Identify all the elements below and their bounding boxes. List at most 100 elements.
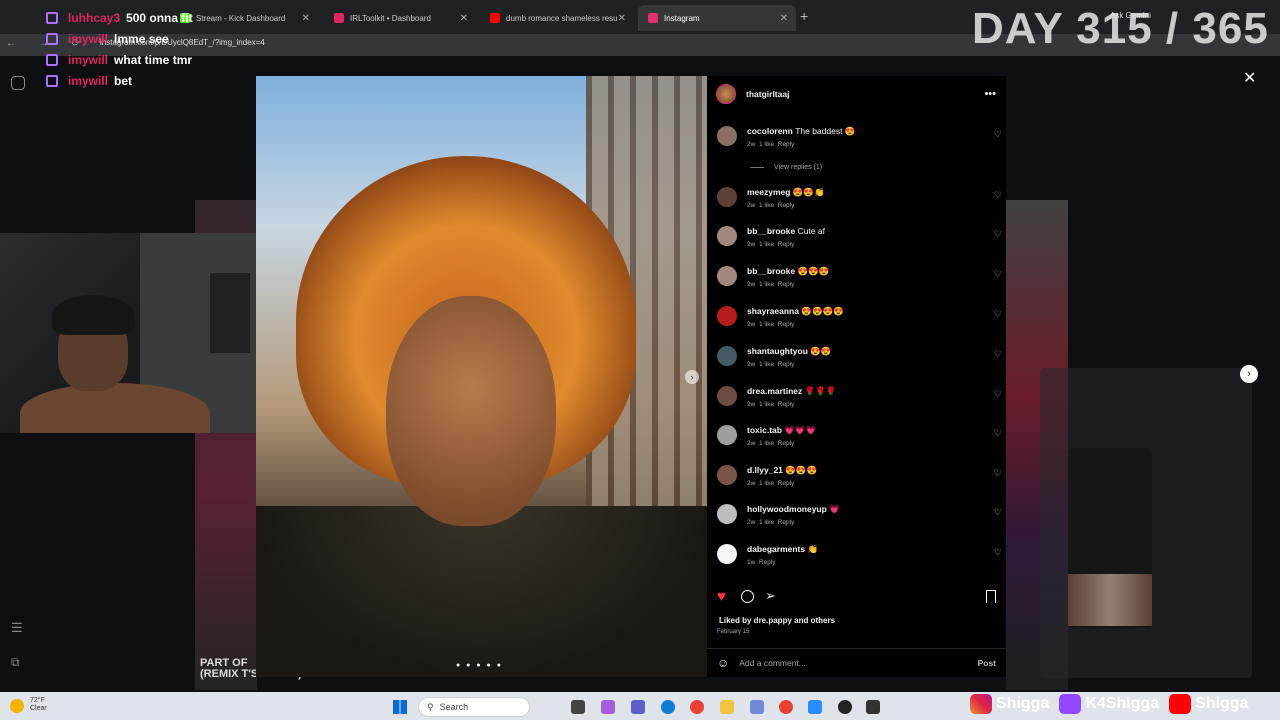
next-image-button[interactable]: › [685, 370, 699, 384]
heart-icon[interactable]: ♡ [994, 229, 1002, 240]
commenter-avatar[interactable] [717, 386, 737, 406]
tab-youtube[interactable]: dumb romance shameless resu ✕ [480, 5, 634, 31]
reply-button[interactable]: Reply [778, 401, 795, 408]
comment-text: 🌹🌹🌹 [804, 386, 837, 396]
ellipsis-icon[interactable]: ••• [984, 88, 996, 100]
irltoolkit-icon [334, 13, 344, 23]
reply-button[interactable]: Reply [778, 480, 795, 487]
commenter-username[interactable]: d.llyy_21 [747, 465, 783, 475]
heart-icon[interactable]: ♡ [994, 190, 1002, 201]
post-date: February 15 [717, 629, 750, 635]
close-tab-icon[interactable]: ✕ [780, 13, 788, 24]
apps-icon[interactable]: ⧉ [11, 655, 20, 670]
author-username[interactable]: thatgirltaaj [746, 89, 789, 99]
heart-icon[interactable]: ♡ [994, 389, 1002, 400]
comment-item: d.llyy_21 😍😍😍 2w 1 like Reply ♡ [717, 465, 1002, 491]
comment-item: bb__brooke Cute af 2w 1 like Reply ♡ [717, 226, 1002, 252]
reply-button[interactable]: Reply [778, 281, 795, 288]
new-tab-button[interactable]: + [800, 8, 808, 24]
reply-button[interactable]: Reply [778, 141, 795, 148]
obs-icon[interactable] [838, 700, 852, 714]
heart-icon[interactable]: ♡ [994, 468, 1002, 479]
commenter-avatar[interactable] [717, 346, 737, 366]
file-explorer-icon[interactable] [720, 700, 734, 714]
comment-text: 😍😍😍 [797, 266, 830, 276]
author-avatar[interactable] [716, 84, 736, 104]
windows-start-icon[interactable] [393, 700, 407, 714]
post-comment-button[interactable]: Post [978, 658, 996, 668]
menu-icon[interactable]: ☰ [11, 620, 23, 636]
commenter-avatar[interactable] [717, 126, 737, 146]
chrome-profile-icon[interactable] [779, 700, 793, 714]
commenter-avatar[interactable] [717, 425, 737, 445]
commenter-username[interactable]: drea.martinez [747, 386, 802, 396]
reply-button[interactable]: Reply [778, 440, 795, 447]
reply-button[interactable]: Reply [778, 202, 795, 209]
heart-icon[interactable]: ♡ [994, 269, 1002, 280]
social-handles: Shigga K4Shigga Shigga [970, 692, 1248, 716]
task-view-icon[interactable] [571, 700, 585, 714]
view-replies-button[interactable]: View replies (1) [750, 164, 822, 171]
comment-item: drea.martinez 🌹🌹🌹 2w 1 like Reply ♡ [717, 386, 1002, 412]
commenter-avatar[interactable] [717, 306, 737, 326]
reply-button[interactable]: Reply [778, 519, 795, 526]
bookmark-icon[interactable] [986, 590, 996, 603]
commenter-avatar[interactable] [717, 465, 737, 485]
close-tab-icon[interactable]: ✕ [302, 13, 310, 24]
reply-button[interactable]: Reply [778, 321, 795, 328]
reply-button[interactable]: Reply [778, 241, 795, 248]
app-icon[interactable] [866, 700, 880, 714]
post-image: ● ● ● ● ● › [256, 76, 707, 677]
commenter-username[interactable]: toxic.tab [747, 425, 782, 435]
heart-icon[interactable]: ♡ [994, 428, 1002, 439]
heart-icon[interactable]: ♡ [994, 349, 1002, 360]
commenter-username[interactable]: bb__brooke [747, 266, 795, 276]
comment-input[interactable]: Add a comment... [739, 658, 977, 668]
commenter-username[interactable]: bb__brooke [747, 226, 795, 236]
close-tab-icon[interactable]: ✕ [618, 13, 626, 24]
commenter-username[interactable]: shayraeanna [747, 306, 799, 316]
heart-icon[interactable]: ♡ [994, 309, 1002, 320]
next-post-button[interactable]: › [1240, 365, 1258, 383]
app-icon[interactable] [808, 700, 822, 714]
liked-heart-icon[interactable]: ♥ [717, 588, 726, 605]
comment-text: 👏 [807, 544, 819, 554]
comment-item: cocolorenn The baddest 😍 2w 1 like Reply… [717, 126, 1002, 152]
commenter-username[interactable]: shantaughtyou [747, 346, 808, 356]
weather-widget[interactable]: 72°F Clear [30, 697, 47, 713]
liked-by[interactable]: Liked by dre.pappy and others [719, 616, 835, 625]
comment-item: shayraeanna 😍😍😍😍 2w 1 like Reply ♡ [717, 306, 1002, 332]
commenter-username[interactable]: cocolorenn [747, 126, 793, 136]
chat-badge-icon [46, 12, 58, 24]
emoji-icon[interactable]: ☺ [717, 656, 729, 670]
comment-icon[interactable] [741, 590, 754, 603]
commenter-username[interactable]: meezymeg [747, 187, 790, 197]
heart-icon[interactable]: ♡ [994, 547, 1002, 558]
commenter-avatar[interactable] [717, 226, 737, 246]
commenter-avatar[interactable] [717, 544, 737, 564]
instagram-rail-icon[interactable] [11, 76, 25, 90]
heart-icon[interactable]: ♡ [994, 507, 1002, 518]
tab-irltoolkit[interactable]: IRLToolkit • Dashboard ✕ [324, 5, 476, 31]
copilot-icon[interactable] [601, 700, 615, 714]
discord-icon[interactable] [750, 700, 764, 714]
comment-text: 😍😍 [810, 346, 832, 356]
commenter-username[interactable]: hollywoodmoneyup [747, 504, 827, 514]
tab-instagram[interactable]: Instagram ✕ [638, 5, 796, 31]
heart-icon[interactable]: ♡ [994, 129, 1002, 140]
edge-icon[interactable] [661, 700, 675, 714]
commenter-avatar[interactable] [717, 266, 737, 286]
chrome-icon[interactable] [690, 700, 704, 714]
commenter-avatar[interactable] [717, 187, 737, 207]
reply-button[interactable]: Reply [778, 361, 795, 368]
share-icon[interactable]: ➢ [765, 588, 776, 604]
close-tab-icon[interactable]: ✕ [460, 13, 468, 24]
close-modal-icon[interactable]: ✕ [1243, 68, 1256, 88]
taskbar-search[interactable]: ⚲ Search [418, 697, 530, 717]
comment-item: meezymeg 😍😍👏 2w 1 like Reply ♡ [717, 187, 1002, 213]
commenter-avatar[interactable] [717, 504, 737, 524]
instagram-icon [648, 13, 658, 23]
teams-icon[interactable] [631, 700, 645, 714]
reply-button[interactable]: Reply [759, 559, 776, 566]
commenter-username[interactable]: dabegarments [747, 544, 805, 554]
